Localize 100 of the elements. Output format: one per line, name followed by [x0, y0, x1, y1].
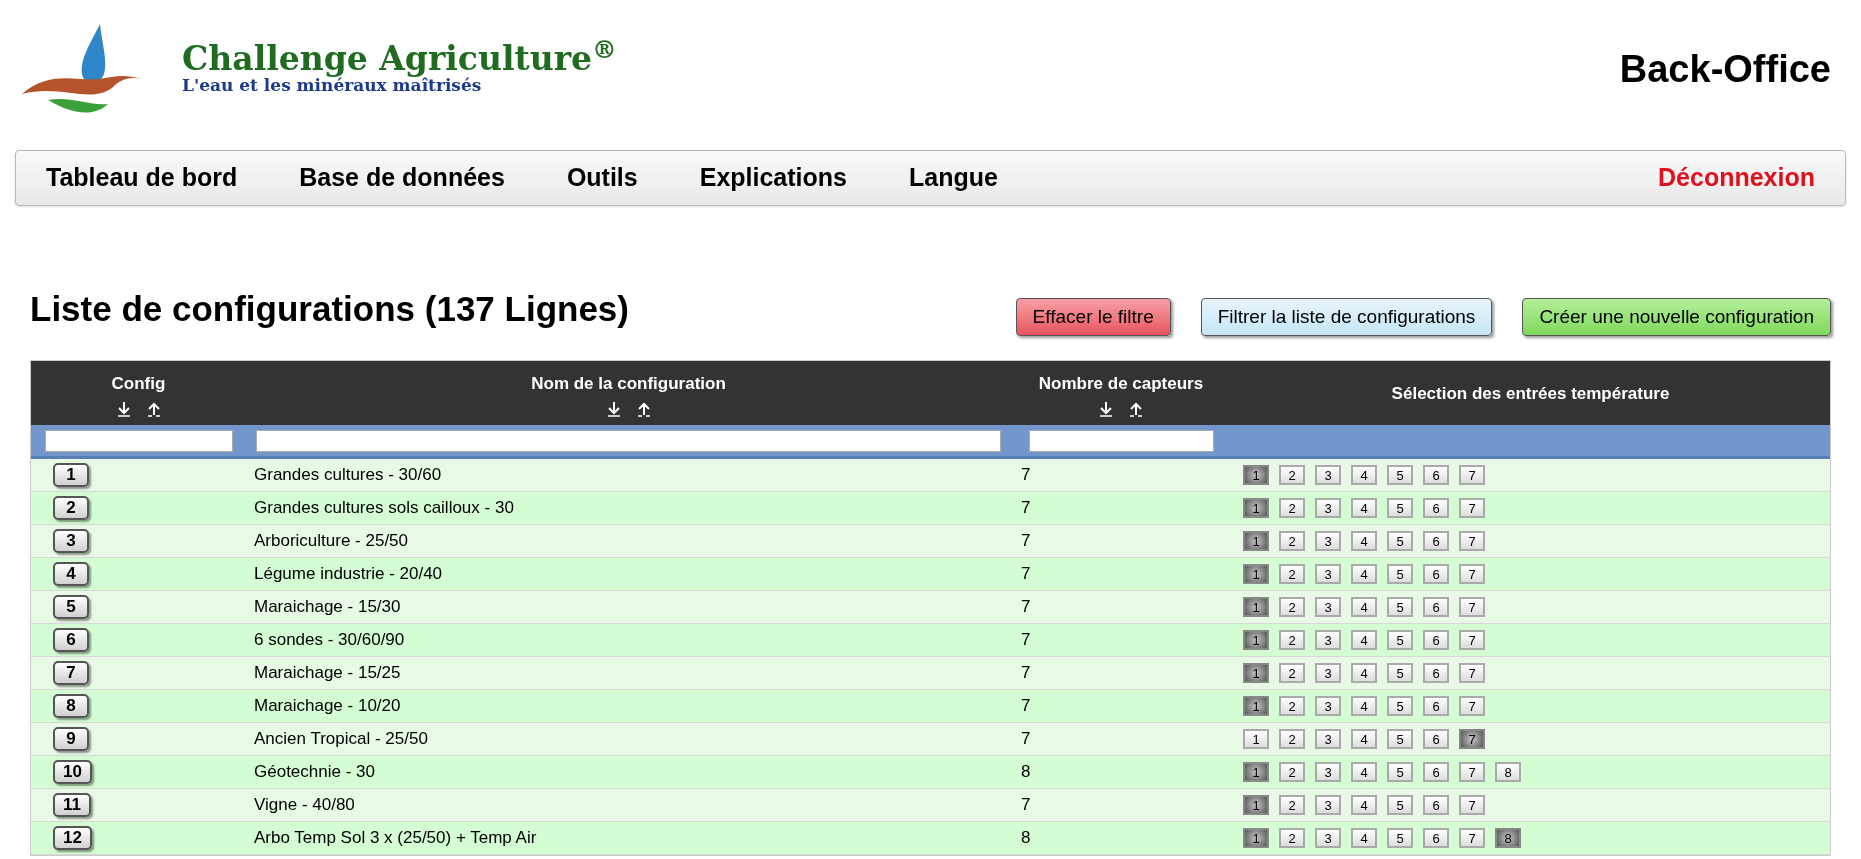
- temperature-input-chip[interactable]: 4: [1351, 498, 1377, 518]
- temperature-input-chip[interactable]: 5: [1387, 531, 1413, 551]
- temperature-input-chip[interactable]: 2: [1279, 564, 1305, 584]
- temperature-input-chip[interactable]: 1: [1243, 465, 1269, 485]
- temperature-input-chip[interactable]: 7: [1459, 762, 1485, 782]
- up-arrow-icon[interactable]: [635, 400, 652, 417]
- logout-link[interactable]: Déconnexion: [1658, 159, 1815, 197]
- temperature-input-chip[interactable]: 3: [1315, 663, 1341, 683]
- temperature-input-chip[interactable]: 7: [1459, 564, 1485, 584]
- temperature-input-chip[interactable]: 7: [1459, 729, 1485, 749]
- temperature-input-chip[interactable]: 6: [1423, 531, 1449, 551]
- temperature-input-chip[interactable]: 4: [1351, 696, 1377, 716]
- temperature-input-chip[interactable]: 6: [1423, 696, 1449, 716]
- temperature-input-chip[interactable]: 8: [1495, 762, 1521, 782]
- temperature-input-chip[interactable]: 5: [1387, 663, 1413, 683]
- temperature-input-chip[interactable]: 2: [1279, 795, 1305, 815]
- config-number-button[interactable]: 1: [53, 462, 89, 487]
- temperature-input-chip[interactable]: 3: [1315, 795, 1341, 815]
- temperature-input-chip[interactable]: 1: [1243, 630, 1269, 650]
- temperature-input-chip[interactable]: 7: [1459, 465, 1485, 485]
- config-number-button[interactable]: 11: [53, 792, 91, 817]
- temperature-input-chip[interactable]: 7: [1459, 663, 1485, 683]
- temperature-input-chip[interactable]: 1: [1243, 729, 1269, 749]
- temperature-input-chip[interactable]: 4: [1351, 630, 1377, 650]
- temperature-input-chip[interactable]: 7: [1459, 696, 1485, 716]
- temperature-input-chip[interactable]: 2: [1279, 729, 1305, 749]
- temperature-input-chip[interactable]: 3: [1315, 729, 1341, 749]
- temperature-input-chip[interactable]: 6: [1423, 663, 1449, 683]
- temperature-input-chip[interactable]: 2: [1279, 828, 1305, 848]
- temperature-input-chip[interactable]: 3: [1315, 498, 1341, 518]
- temperature-input-chip[interactable]: 1: [1243, 531, 1269, 551]
- temperature-input-chip[interactable]: 5: [1387, 498, 1413, 518]
- temperature-input-chip[interactable]: 5: [1387, 729, 1413, 749]
- filter-field[interactable]: [1028, 429, 1214, 452]
- temperature-input-chip[interactable]: 4: [1351, 597, 1377, 617]
- temperature-input-chip[interactable]: 5: [1387, 762, 1413, 782]
- temperature-input-chip[interactable]: 5: [1387, 564, 1413, 584]
- temperature-input-chip[interactable]: 6: [1423, 564, 1449, 584]
- temperature-input-chip[interactable]: 5: [1387, 795, 1413, 815]
- config-number-button[interactable]: 12: [53, 825, 92, 850]
- nav-menu-item[interactable]: Langue: [909, 159, 998, 197]
- temperature-input-chip[interactable]: 1: [1243, 696, 1269, 716]
- up-arrow-icon[interactable]: [145, 400, 162, 417]
- config-number-button[interactable]: 2: [53, 495, 89, 520]
- temperature-input-chip[interactable]: 4: [1351, 762, 1377, 782]
- filter-field[interactable]: [44, 429, 233, 452]
- config-number-button[interactable]: 5: [53, 594, 89, 619]
- config-number-button[interactable]: 10: [53, 759, 92, 784]
- down-arrow-icon[interactable]: [115, 400, 132, 417]
- temperature-input-chip[interactable]: 3: [1315, 630, 1341, 650]
- temperature-input-chip[interactable]: 4: [1351, 531, 1377, 551]
- temperature-input-chip[interactable]: 7: [1459, 795, 1485, 815]
- temperature-input-chip[interactable]: 7: [1459, 597, 1485, 617]
- down-arrow-icon[interactable]: [1098, 400, 1114, 417]
- action-button[interactable]: Créer une nouvelle configuration: [1522, 298, 1831, 336]
- temperature-input-chip[interactable]: 6: [1423, 762, 1449, 782]
- temperature-input-chip[interactable]: 2: [1279, 465, 1305, 485]
- config-number-button[interactable]: 8: [53, 693, 89, 718]
- temperature-input-chip[interactable]: 2: [1279, 762, 1305, 782]
- temperature-input-chip[interactable]: 7: [1459, 531, 1485, 551]
- temperature-input-chip[interactable]: 2: [1279, 630, 1305, 650]
- nav-menu-item[interactable]: Outils: [566, 159, 638, 197]
- temperature-input-chip[interactable]: 8: [1495, 828, 1521, 848]
- temperature-input-chip[interactable]: 3: [1315, 531, 1341, 551]
- temperature-input-chip[interactable]: 6: [1423, 795, 1449, 815]
- temperature-input-chip[interactable]: 7: [1459, 498, 1485, 518]
- temperature-input-chip[interactable]: 4: [1351, 828, 1377, 848]
- config-number-button[interactable]: 9: [53, 726, 89, 751]
- action-button[interactable]: Effacer le filtre: [1015, 298, 1171, 336]
- temperature-input-chip[interactable]: 1: [1243, 762, 1269, 782]
- config-number-button[interactable]: 6: [53, 627, 89, 652]
- temperature-input-chip[interactable]: 1: [1243, 498, 1269, 518]
- temperature-input-chip[interactable]: 3: [1315, 762, 1341, 782]
- temperature-input-chip[interactable]: 5: [1387, 696, 1413, 716]
- temperature-input-chip[interactable]: 4: [1351, 795, 1377, 815]
- temperature-input-chip[interactable]: 2: [1279, 498, 1305, 518]
- temperature-input-chip[interactable]: 2: [1279, 696, 1305, 716]
- config-number-button[interactable]: 3: [53, 528, 89, 553]
- nav-menu-item[interactable]: Tableau de bord: [46, 159, 238, 197]
- nav-menu-item[interactable]: Explications: [699, 159, 847, 197]
- down-arrow-icon[interactable]: [605, 400, 622, 417]
- temperature-input-chip[interactable]: 1: [1243, 795, 1269, 815]
- temperature-input-chip[interactable]: 5: [1387, 828, 1413, 848]
- temperature-input-chip[interactable]: 5: [1387, 630, 1413, 650]
- temperature-input-chip[interactable]: 7: [1459, 828, 1485, 848]
- temperature-input-chip[interactable]: 6: [1423, 828, 1449, 848]
- temperature-input-chip[interactable]: 3: [1315, 597, 1341, 617]
- temperature-input-chip[interactable]: 2: [1279, 663, 1305, 683]
- temperature-input-chip[interactable]: 6: [1423, 630, 1449, 650]
- nav-menu-item[interactable]: Base de données: [299, 159, 505, 197]
- temperature-input-chip[interactable]: 5: [1387, 465, 1413, 485]
- filter-field[interactable]: [256, 429, 1001, 452]
- temperature-input-chip[interactable]: 1: [1243, 564, 1269, 584]
- temperature-input-chip[interactable]: 3: [1315, 696, 1341, 716]
- temperature-input-chip[interactable]: 2: [1279, 531, 1305, 551]
- temperature-input-chip[interactable]: 3: [1315, 465, 1341, 485]
- temperature-input-chip[interactable]: 4: [1351, 564, 1377, 584]
- temperature-input-chip[interactable]: 7: [1459, 630, 1485, 650]
- temperature-input-chip[interactable]: 1: [1243, 597, 1269, 617]
- temperature-input-chip[interactable]: 4: [1351, 465, 1377, 485]
